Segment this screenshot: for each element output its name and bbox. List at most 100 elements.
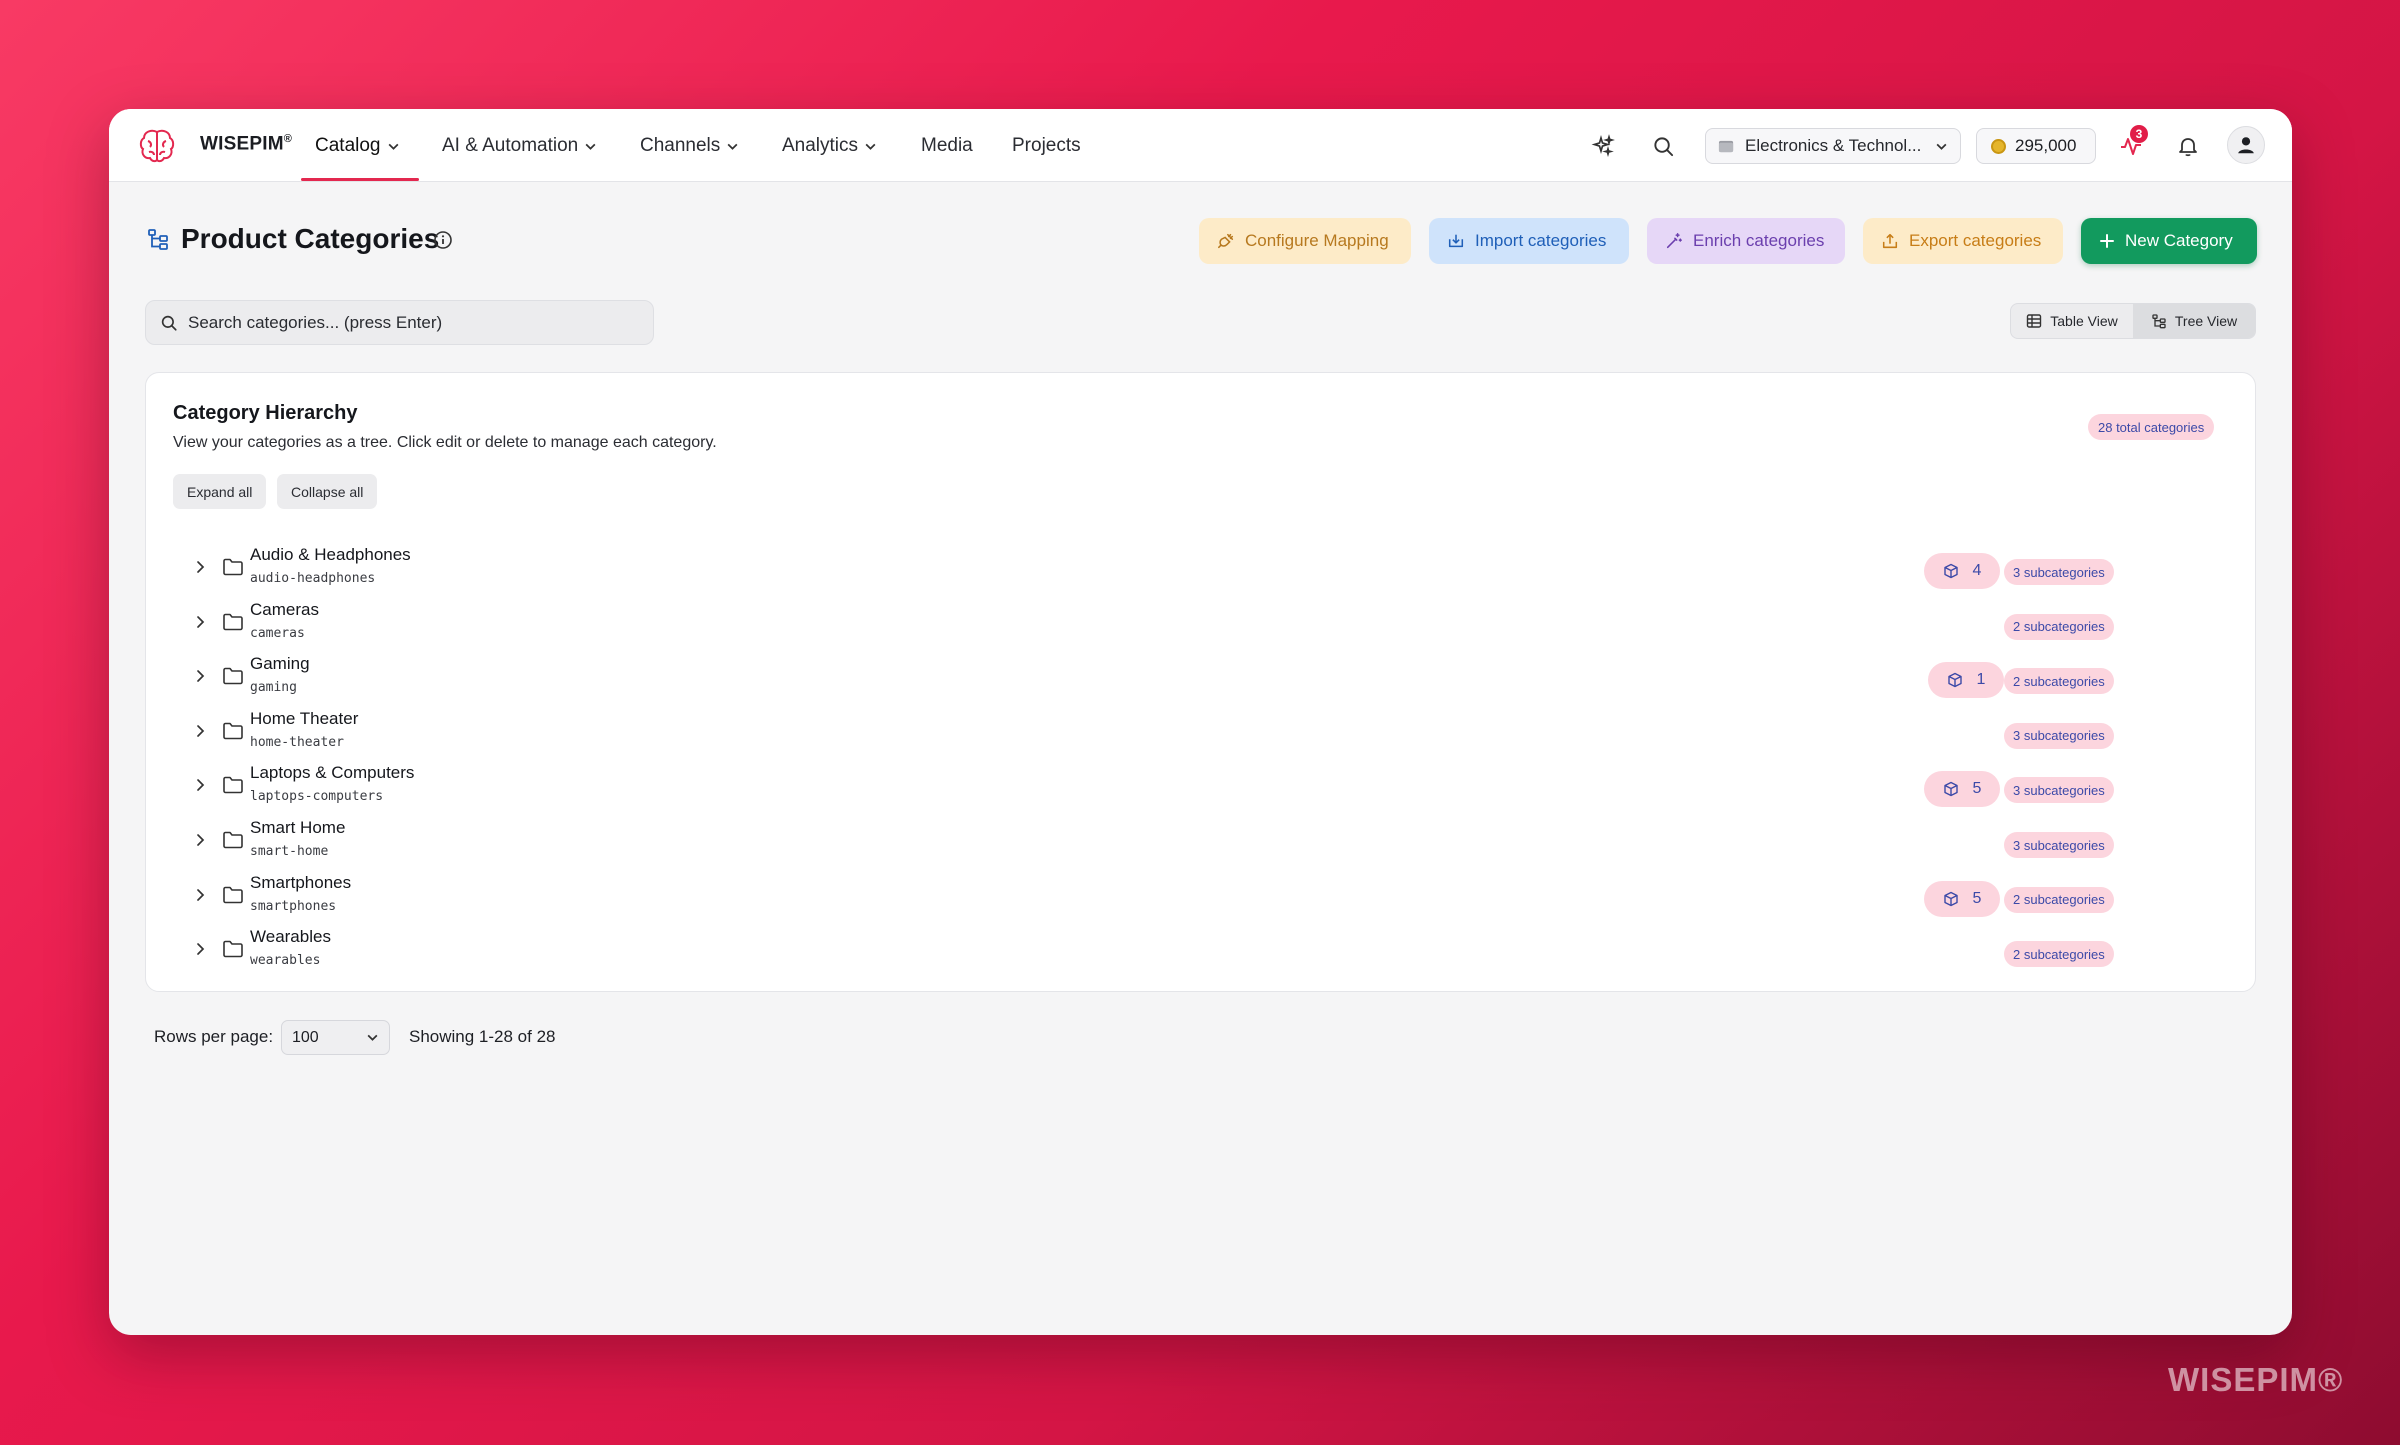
chevron-right-icon[interactable] [191, 667, 209, 685]
folder-icon [223, 667, 243, 685]
export-categories-button[interactable]: Export categories [1863, 218, 2063, 264]
category-row[interactable]: Wearables wearables 2 subcategories [146, 923, 2255, 977]
expand-all-button[interactable]: Expand all [173, 474, 267, 509]
category-row[interactable]: Smartphones smartphones 5 2 subcategories [146, 869, 2255, 923]
chevron-right-icon[interactable] [191, 886, 209, 904]
import-categories-label: Import categories [1475, 231, 1607, 250]
rows-per-page-select[interactable]: 100 [281, 1020, 390, 1055]
chevron-right-icon[interactable] [191, 831, 209, 849]
ai-sparkle-button[interactable] [1586, 129, 1620, 163]
category-slug: wearables [250, 953, 321, 969]
category-row[interactable]: Cameras cameras 2 subcategories [146, 596, 2255, 650]
brain-logo-icon[interactable] [137, 127, 177, 165]
nav-projects-label: Projects [1012, 135, 1081, 156]
chevron-right-icon[interactable] [191, 940, 209, 958]
category-name[interactable]: Audio & Headphones [250, 545, 411, 565]
chevron-down-icon [367, 1034, 378, 1041]
product-count-badge[interactable]: 4 [1924, 553, 2000, 589]
subcategory-count-badge: 3 subcategories [2004, 559, 2114, 585]
subcategory-count-badge: 2 subcategories [2004, 941, 2114, 968]
category-row[interactable]: Gaming gaming 1 2 subcategories [146, 650, 2255, 704]
category-name[interactable]: Laptops & Computers [250, 763, 414, 783]
new-category-button[interactable]: New Category [2081, 218, 2257, 264]
subcategory-count-badge: 2 subcategories [2004, 668, 2114, 695]
table-view-button[interactable]: Table View [2011, 304, 2133, 338]
sparkle-icon [1591, 134, 1615, 157]
active-tab-indicator [301, 178, 419, 181]
workspace-selector[interactable]: Electronics & Technol... [1705, 128, 1961, 164]
package-icon [1943, 563, 1958, 579]
package-icon [1943, 782, 1958, 797]
plus-icon [2100, 234, 2114, 248]
category-tree-icon [148, 229, 168, 250]
nav-projects[interactable]: Projects [1012, 131, 1081, 161]
category-name[interactable]: Wearables [250, 927, 331, 947]
category-row[interactable]: Laptops & Computers laptops-computers 5 3 s… [146, 759, 2255, 813]
search-field[interactable] [145, 300, 654, 345]
subcategory-count-badge: 3 subcategories [2004, 777, 2114, 804]
chevron-down-icon [388, 143, 398, 150]
brand-name[interactable]: WISEPIM® [200, 133, 292, 155]
enrich-categories-button[interactable]: Enrich categories [1647, 218, 1845, 264]
category-name[interactable]: Smart Home [250, 818, 345, 838]
chevron-down-icon [727, 143, 738, 150]
search-button[interactable] [1646, 129, 1680, 163]
folder-icon [223, 940, 243, 958]
nav-media[interactable]: Media [921, 131, 973, 161]
watermark-logo: WISEPIM® [2168, 1361, 2344, 1398]
product-count: 1 [1976, 671, 1986, 689]
search-input[interactable] [188, 312, 639, 333]
category-row[interactable]: Smart Home smart-home 3 subcategories [146, 814, 2255, 868]
subcategory-count-badge: 2 subcategories [2004, 886, 2114, 913]
category-slug: audio-headphones [250, 571, 376, 586]
nav-catalog[interactable]: Catalog [315, 131, 400, 161]
notifications-button[interactable] [2171, 129, 2205, 163]
product-count-badge[interactable]: 5 [1924, 880, 2000, 917]
import-categories-button[interactable]: Import categories [1429, 218, 1629, 264]
collapse-all-button[interactable]: Collapse all [277, 474, 378, 509]
folder-icon [223, 886, 243, 903]
package-icon [1943, 891, 1958, 906]
chevron-right-icon[interactable] [191, 722, 209, 740]
credits-balance[interactable]: 295,000 [1976, 128, 2096, 164]
category-slug: cameras [250, 625, 305, 641]
nav-catalog-label: Catalog [315, 135, 381, 156]
rows-per-page-value: 100 [292, 1028, 319, 1046]
tree-view-button[interactable]: Tree View [2133, 304, 2255, 338]
folder-icon [223, 558, 243, 576]
activity-count-badge: 3 [2130, 125, 2148, 143]
folder-icon [223, 613, 243, 630]
new-category-label: New Category [2125, 231, 2233, 250]
category-name[interactable]: Gaming [250, 654, 310, 674]
category-row[interactable]: Audio & Headphones audio-headphones 4 3 sub… [146, 541, 2255, 595]
product-count-badge[interactable]: 5 [1924, 771, 2000, 808]
nav-channels[interactable]: Channels [640, 131, 739, 161]
product-count: 4 [1972, 562, 1982, 579]
category-row[interactable]: Home Theater home-theater 3 subcategories [146, 705, 2255, 759]
bell-icon [2179, 138, 2197, 157]
category-name[interactable]: Smartphones [250, 873, 351, 893]
folder-icon [223, 722, 243, 740]
workspace-label: Electronics & Technol... [1745, 136, 1922, 155]
chevron-right-icon[interactable] [191, 613, 209, 631]
category-slug: home-theater [250, 734, 344, 750]
rows-per-page-label: Rows per page: [154, 1027, 274, 1046]
table-view-label: Table View [2050, 313, 2118, 329]
nav-analytics-label: Analytics [782, 135, 859, 156]
chevron-right-icon[interactable] [191, 558, 209, 576]
subcategory-count-badge: 2 subcategories [2004, 613, 2114, 640]
category-name[interactable]: Home Theater [250, 709, 358, 729]
category-slug: laptops-computers [250, 789, 384, 805]
app-window: WISEPIM® Catalog AI & Automation Channel… [109, 109, 2292, 1335]
nav-ai-automation[interactable]: AI & Automation [442, 131, 597, 161]
category-name[interactable]: Cameras [250, 600, 319, 620]
category-slug: smartphones [250, 898, 337, 914]
nav-analytics[interactable]: Analytics [782, 131, 877, 161]
coin-icon [1991, 138, 2006, 154]
info-icon[interactable] [433, 230, 453, 250]
product-count: 5 [1972, 889, 1982, 907]
user-avatar[interactable] [2227, 126, 2265, 164]
chevron-right-icon[interactable] [191, 776, 209, 794]
product-count-badge[interactable]: 1 [1928, 662, 2004, 699]
configure-mapping-button[interactable]: Configure Mapping [1199, 218, 1411, 264]
